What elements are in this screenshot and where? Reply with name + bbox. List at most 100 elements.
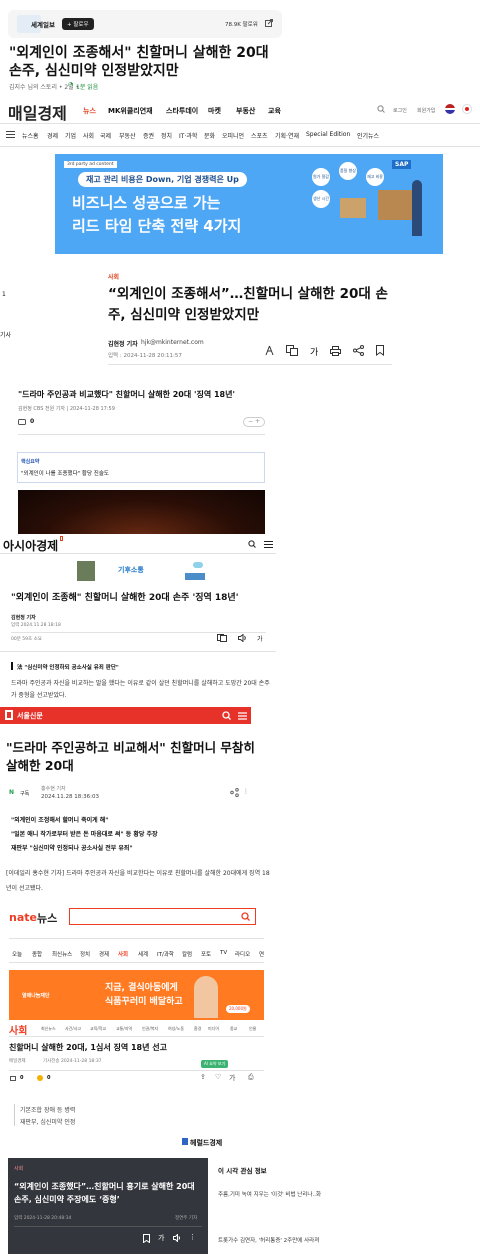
cat-opinion[interactable]: 오피니언: [222, 131, 244, 140]
nav-startoday[interactable]: 스타투데이: [166, 106, 198, 116]
cat-society[interactable]: 사회: [83, 131, 94, 140]
subtab[interactable]: 미디어: [208, 1026, 219, 1032]
more-icon[interactable]: ⋮: [243, 788, 249, 795]
comment-icon[interactable]: [18, 419, 26, 426]
menu-icon[interactable]: [6, 131, 15, 138]
seoul-logo[interactable]: 서울신문: [17, 711, 43, 721]
tab-photo[interactable]: 포토: [201, 950, 211, 958]
comment-count[interactable]: 0: [30, 418, 34, 425]
reporter-name[interactable]: 김현정 기자: [108, 339, 138, 348]
asia-logo[interactable]: 아시아경제: [3, 537, 58, 554]
comment-count[interactable]: 0: [20, 1075, 23, 1081]
cat-culture[interactable]: 문화: [204, 131, 215, 140]
subtab[interactable]: 최신뉴스: [41, 1026, 56, 1032]
cat-popular[interactable]: 인기뉴스: [357, 131, 379, 140]
emotion-icon[interactable]: [37, 1075, 43, 1081]
herald-section[interactable]: 사회: [14, 1165, 23, 1172]
tab-economy[interactable]: 경제: [99, 950, 109, 958]
herald-logo[interactable]: 헤럴드경제: [190, 1138, 222, 1148]
bookmark-icon[interactable]: [376, 345, 384, 356]
subtab[interactable]: 인권/복지: [142, 1026, 158, 1032]
cat-business[interactable]: 기업: [65, 131, 76, 140]
ad-brand[interactable]: 기후소통: [118, 565, 144, 575]
speaker-icon[interactable]: [238, 634, 247, 642]
font-size-icon[interactable]: 가: [310, 345, 318, 358]
tab-it[interactable]: IT/과학: [157, 950, 174, 958]
search-icon[interactable]: [241, 912, 250, 921]
us-flag-icon[interactable]: [445, 104, 455, 114]
translate-icon[interactable]: [217, 634, 227, 642]
nav-market[interactable]: 마켓: [208, 106, 221, 116]
section-label[interactable]: 사회: [108, 272, 119, 281]
subtab[interactable]: 교육/학교: [90, 1026, 106, 1032]
bookmark-icon[interactable]: [143, 1234, 150, 1243]
subtab[interactable]: 인물: [249, 1026, 256, 1032]
tab-general[interactable]: 종합: [32, 950, 42, 958]
signup-link[interactable]: 회원가입: [417, 107, 435, 114]
ad-image[interactable]: [77, 561, 95, 581]
cat-realestate[interactable]: 부동산: [119, 131, 136, 140]
cat-home[interactable]: 뉴스홈: [22, 131, 39, 140]
article-photo[interactable]: [18, 490, 265, 534]
herald-reporter[interactable]: 정연주 기자: [175, 1215, 197, 1221]
cat-series[interactable]: 기획·연재: [275, 131, 299, 140]
emotion-count[interactable]: 0: [47, 1075, 50, 1081]
cat-economy[interactable]: 경제: [47, 131, 58, 140]
share-icon[interactable]: ⇪: [200, 1073, 206, 1081]
nav-education[interactable]: 교육: [268, 106, 281, 116]
search-input[interactable]: [69, 908, 256, 925]
tab-radio[interactable]: 라디오: [235, 950, 250, 958]
more-icon[interactable]: ⋮: [189, 1233, 196, 1241]
nav-news[interactable]: 뉴스: [83, 106, 96, 116]
print-icon[interactable]: [330, 346, 341, 356]
search-icon[interactable]: [248, 540, 256, 548]
font-size-stepper[interactable]: − +: [243, 417, 265, 427]
tab-more[interactable]: 연: [259, 950, 264, 958]
maeil-logo[interactable]: 매일경제: [8, 100, 67, 124]
font-size-icon[interactable]: 가: [158, 1233, 164, 1243]
print-icon[interactable]: ⎙: [248, 1073, 254, 1082]
tab-world[interactable]: 세계: [138, 950, 148, 958]
tab-politics[interactable]: 정치: [80, 950, 90, 958]
font-size-icon[interactable]: 가: [229, 1073, 235, 1083]
nate-logo[interactable]: nate: [9, 911, 37, 924]
subtab[interactable]: 교통/지역: [116, 1026, 132, 1032]
cat-world[interactable]: 국제: [100, 131, 111, 140]
follow-button[interactable]: 구독: [20, 790, 29, 797]
subtab[interactable]: 환경: [194, 1026, 201, 1032]
side-link[interactable]: 주름,기미 녹여 지우는 '이것' 비법 난리나..화: [218, 1190, 321, 1198]
ai-summary-button[interactable]: AI 요약 보기: [201, 1060, 229, 1068]
tab-society[interactable]: 사회: [118, 950, 128, 958]
tab-tv[interactable]: TV: [220, 950, 227, 956]
menu-icon[interactable]: [238, 712, 247, 720]
tab-latest[interactable]: 최신뉴스: [52, 950, 72, 958]
cat-stocks[interactable]: 증권: [143, 131, 154, 140]
accessibility-icon[interactable]: [265, 345, 274, 356]
reporter-email[interactable]: hjk@mkinternet.com: [141, 339, 204, 346]
nav-weekly[interactable]: MK위클리연재: [108, 106, 153, 116]
subtab[interactable]: 종교: [230, 1026, 237, 1032]
cat-it[interactable]: IT·과학: [179, 131, 197, 140]
like-icon[interactable]: ♡: [215, 1073, 221, 1081]
tab-today[interactable]: 오늘: [12, 950, 22, 958]
seoul-reporter[interactable]: 홍수현 기자: [41, 785, 66, 792]
side-link[interactable]: 트롯가수 김연자, '허리통증' 2주만에 사라져: [218, 1236, 319, 1244]
share-icon[interactable]: [353, 345, 364, 356]
cat-special[interactable]: Special Edition: [306, 131, 350, 138]
cat-sports[interactable]: 스포츠: [251, 131, 268, 140]
login-link[interactable]: 로그인: [393, 107, 407, 114]
tab-column[interactable]: 칼럼: [182, 950, 192, 958]
font-size-icon[interactable]: 가: [257, 634, 263, 643]
subtab[interactable]: 여성/노동: [168, 1026, 184, 1032]
share-icon[interactable]: [230, 788, 239, 797]
menu-icon[interactable]: [264, 541, 273, 548]
asia-reporter[interactable]: 김현정 기자: [11, 614, 36, 621]
cat-politics[interactable]: 정치: [161, 131, 172, 140]
subtab[interactable]: 사건/사고: [65, 1026, 81, 1032]
comment-icon[interactable]: [10, 1076, 16, 1081]
search-icon[interactable]: [222, 711, 231, 720]
nate-source[interactable]: 매일경제: [9, 1058, 26, 1064]
search-icon[interactable]: [377, 105, 385, 113]
translate-icon[interactable]: [286, 345, 298, 356]
follow-button[interactable]: + 팔로우: [62, 18, 94, 30]
